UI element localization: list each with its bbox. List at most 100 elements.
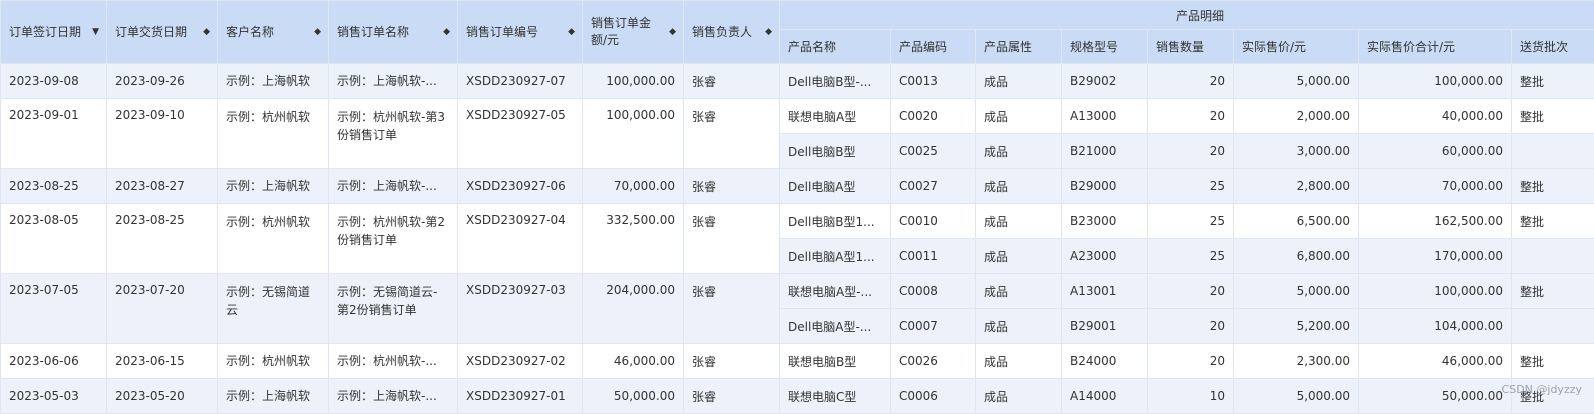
cell-product-attr: 成品	[976, 134, 1062, 169]
col-header-delivery-batch[interactable]: 送货批次	[1512, 30, 1594, 64]
cell-qty: 20	[1148, 99, 1234, 134]
cell-qty: 20	[1148, 134, 1234, 169]
cell-delivery-batch: 整批	[1512, 99, 1594, 134]
col-header-order-name[interactable]: 销售订单名称◆	[329, 1, 458, 64]
cell-spec: B29002	[1062, 64, 1148, 99]
cell-order-no: XSDD230927-03	[458, 274, 583, 344]
cell-total-price: 100,000.00	[1359, 274, 1512, 309]
sort-both-icon[interactable]: ◆	[765, 27, 772, 37]
cell-product-code: C0026	[891, 344, 976, 379]
cell-sign-date: 2023-05-03	[1, 379, 107, 414]
cell-order-no: XSDD230927-02	[458, 344, 583, 379]
cell-product-name: Dell电脑B型	[780, 134, 891, 169]
col-group-product-details: 产品明细	[780, 1, 1594, 30]
cell-product-attr: 成品	[976, 239, 1062, 274]
cell-total-price: 46,000.00	[1359, 344, 1512, 379]
sort-both-icon[interactable]: ◆	[314, 27, 321, 37]
cell-spec: B24000	[1062, 344, 1148, 379]
col-header-qty[interactable]: 销售数量	[1148, 30, 1234, 64]
cell-qty: 20	[1148, 274, 1234, 309]
cell-spec: A13001	[1062, 274, 1148, 309]
cell-spec: A14000	[1062, 379, 1148, 414]
sort-both-icon[interactable]: ◆	[669, 27, 676, 37]
cell-spec: B21000	[1062, 134, 1148, 169]
col-header-total-price[interactable]: 实际售价合计/元	[1359, 30, 1512, 64]
col-header-spec[interactable]: 规格型号	[1062, 30, 1148, 64]
table-row[interactable]: 2023-05-032023-05-20示例：上海帆软示例：上海帆软-...XS…	[1, 379, 1594, 414]
cell-product-name: 联想电脑C型	[780, 379, 891, 414]
sales-order-table: 订单签订日期▼ 订单交货日期◆ 客户名称◆ 销售订单名称◆ 销售订单编号◆ 销售…	[0, 0, 1594, 414]
col-header-sign-date[interactable]: 订单签订日期▼	[1, 1, 107, 64]
cell-delivery-date: 2023-09-10	[107, 99, 218, 169]
table-row[interactable]: 2023-06-062023-06-15示例：杭州帆软示例：杭州帆软-...XS…	[1, 344, 1594, 379]
cell-unit-price: 5,000.00	[1234, 274, 1359, 309]
cell-order-name: 示例：无锡简道云-第2份销售订单	[329, 274, 458, 344]
cell-delivery-batch: 整批	[1512, 169, 1594, 204]
sort-both-icon[interactable]: ◆	[443, 27, 450, 37]
cell-customer: 示例：上海帆软	[218, 379, 329, 414]
cell-delivery-batch: 整批	[1512, 274, 1594, 309]
cell-qty: 25	[1148, 239, 1234, 274]
cell-qty: 20	[1148, 344, 1234, 379]
cell-order-name: 示例：上海帆软-...	[329, 64, 458, 99]
cell-product-name: Dell电脑B型1...	[780, 204, 891, 239]
cell-owner: 张睿	[684, 64, 780, 99]
table-row[interactable]: 2023-08-252023-08-27示例：上海帆软示例：上海帆软-...XS…	[1, 169, 1594, 204]
cell-product-name: 联想电脑B型	[780, 344, 891, 379]
cell-total-price: 60,000.00	[1359, 134, 1512, 169]
cell-order-no: XSDD230927-01	[458, 379, 583, 414]
sort-desc-icon[interactable]: ▼	[92, 27, 99, 37]
cell-owner: 张睿	[684, 169, 780, 204]
cell-product-code: C0006	[891, 379, 976, 414]
table-row[interactable]: 2023-07-052023-07-20示例：无锡简道云示例：无锡简道云-第2份…	[1, 274, 1594, 309]
cell-product-attr: 成品	[976, 274, 1062, 309]
cell-delivery-batch: 整批	[1512, 64, 1594, 99]
cell-order-name: 示例：上海帆软-...	[329, 379, 458, 414]
cell-sign-date: 2023-09-01	[1, 99, 107, 169]
col-header-order-no[interactable]: 销售订单编号◆	[458, 1, 583, 64]
cell-owner: 张睿	[684, 204, 780, 274]
cell-unit-price: 5,200.00	[1234, 309, 1359, 344]
col-header-product-attr[interactable]: 产品属性	[976, 30, 1062, 64]
col-header-product-name[interactable]: 产品名称	[780, 30, 891, 64]
cell-amount: 100,000.00	[583, 99, 684, 169]
table-row[interactable]: 2023-08-052023-08-25示例：杭州帆软示例：杭州帆软-第2份销售…	[1, 204, 1594, 239]
cell-customer: 示例：无锡简道云	[218, 274, 329, 344]
cell-delivery-date: 2023-08-25	[107, 204, 218, 274]
cell-product-attr: 成品	[976, 344, 1062, 379]
cell-product-code: C0027	[891, 169, 976, 204]
cell-product-code: C0013	[891, 64, 976, 99]
cell-unit-price: 3,000.00	[1234, 134, 1359, 169]
col-header-delivery-date[interactable]: 订单交货日期◆	[107, 1, 218, 64]
col-header-owner[interactable]: 销售负责人◆	[684, 1, 780, 64]
col-header-unit-price[interactable]: 实际售价/元	[1234, 30, 1359, 64]
cell-order-no: XSDD230927-05	[458, 99, 583, 169]
cell-customer: 示例：杭州帆软	[218, 344, 329, 379]
cell-delivery-date: 2023-08-27	[107, 169, 218, 204]
cell-owner: 张睿	[684, 379, 780, 414]
cell-product-code: C0007	[891, 309, 976, 344]
table-row[interactable]: 2023-09-012023-09-10示例：杭州帆软示例：杭州帆软-第3份销售…	[1, 99, 1594, 134]
col-header-amount[interactable]: 销售订单金额/元◆	[583, 1, 684, 64]
cell-sign-date: 2023-07-05	[1, 274, 107, 344]
cell-unit-price: 6,500.00	[1234, 204, 1359, 239]
cell-amount: 70,000.00	[583, 169, 684, 204]
cell-delivery-batch	[1512, 309, 1594, 344]
cell-product-name: 联想电脑A型-...	[780, 274, 891, 309]
cell-qty: 20	[1148, 309, 1234, 344]
cell-total-price: 100,000.00	[1359, 64, 1512, 99]
cell-qty: 20	[1148, 64, 1234, 99]
table-row[interactable]: 2023-09-082023-09-26示例：上海帆软示例：上海帆软-...XS…	[1, 64, 1594, 99]
cell-unit-price: 2,000.00	[1234, 99, 1359, 134]
cell-product-name: 联想电脑A型	[780, 99, 891, 134]
cell-order-name: 示例：杭州帆软-...	[329, 344, 458, 379]
sort-both-icon[interactable]: ◆	[568, 27, 575, 37]
sort-both-icon[interactable]: ◆	[203, 27, 210, 37]
cell-amount: 50,000.00	[583, 379, 684, 414]
cell-customer: 示例：上海帆软	[218, 64, 329, 99]
cell-order-no: XSDD230927-06	[458, 169, 583, 204]
cell-product-code: C0008	[891, 274, 976, 309]
cell-spec: B23000	[1062, 204, 1148, 239]
col-header-customer[interactable]: 客户名称◆	[218, 1, 329, 64]
col-header-product-code[interactable]: 产品编码	[891, 30, 976, 64]
